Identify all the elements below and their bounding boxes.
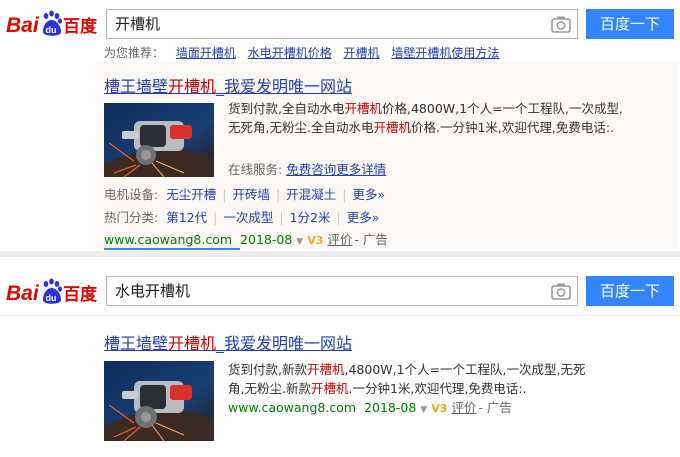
result-title-link[interactable]: 槽王墙壁开槽机_我爱发明唯一网站 — [104, 334, 352, 354]
separator: | — [275, 187, 281, 202]
svg-text:百度: 百度 — [63, 16, 98, 37]
recommend-link[interactable]: 墙面开槽机 — [176, 46, 236, 60]
desc-text: 价格.一分钟1米,欢迎代理,免费电话:. — [410, 120, 615, 135]
product-thumbnail[interactable] — [104, 361, 214, 441]
result-url[interactable]: www.caowang8.com — [228, 400, 356, 415]
sitelink-more[interactable]: 更多» — [352, 187, 385, 202]
sitelink[interactable]: 开砖墙 — [232, 187, 270, 202]
recommend-link[interactable]: 墙壁开槽机使用方法 — [391, 46, 499, 60]
desc-keyword: 开槽机 — [344, 101, 382, 116]
baidu-logo[interactable]: Bai du 百度 — [6, 276, 98, 306]
search-button[interactable]: 百度一下 — [586, 276, 674, 306]
row-label: 热门分类: — [104, 210, 159, 225]
ad-label: - 广告 — [354, 232, 388, 247]
desc-keyword: 开槽机 — [373, 120, 411, 135]
result-url[interactable]: www.caowang8.com — [104, 232, 232, 247]
rating-link[interactable]: 评价 — [451, 400, 476, 415]
search-input[interactable] — [107, 10, 563, 38]
desc-text: 货到付款,全自动水电 — [228, 101, 345, 116]
ad-result: 槽王墙壁开槽机_我爱发明唯一网站 货到付款,新款开槽机,4800W,1个人=一个… — [104, 334, 586, 441]
desc-keyword: 开槽机 — [310, 381, 349, 396]
title-keyword[interactable]: 开槽机 — [168, 77, 216, 96]
recommend-label: 为您推荐： — [104, 46, 165, 60]
sitelink[interactable]: 第12代 — [166, 210, 207, 225]
baidu-logo[interactable]: Bai du 百度 — [6, 8, 98, 38]
svg-text:du: du — [46, 293, 57, 303]
camera-icon[interactable] — [551, 15, 571, 33]
dropdown-triangle-icon[interactable]: ▼ — [420, 405, 427, 415]
sitelink[interactable]: 1分2米 — [290, 210, 331, 225]
ad-label: - 广告 — [478, 400, 512, 415]
result-date: 2018-08 — [364, 400, 417, 415]
desc-keyword: 开槽机 — [306, 362, 345, 377]
service-label: 在线服务: — [228, 162, 283, 177]
separator: | — [342, 187, 347, 202]
v3-badge-icon[interactable]: V3 — [307, 234, 323, 247]
row-label: 电机设备: — [104, 187, 159, 202]
result-description: 货到付款,全自动水电开槽机价格,4800W,1个人=一个工程队,一次成型,无死角… — [228, 99, 628, 137]
title-text[interactable]: _我爱发明唯一网站 — [216, 77, 352, 96]
search-header: Bai du 百度 百度一下 — [0, 257, 680, 316]
sitelink-more[interactable]: 更多» — [347, 210, 380, 225]
separator: | — [279, 210, 284, 225]
url-underline — [104, 248, 240, 250]
search-button[interactable]: 百度一下 — [586, 9, 674, 39]
svg-text:百度: 百度 — [63, 284, 98, 305]
sitelink-row-equipment: 电机设备: 无尘开槽 | 开砖墙 | 开混凝土 | 更多» — [104, 185, 385, 204]
separator: | — [213, 210, 218, 225]
result-title-link[interactable]: 槽王墙壁开槽机_我爱发明唯一网站 — [104, 77, 352, 97]
camera-icon[interactable] — [551, 282, 571, 300]
online-service: 在线服务: 免费咨询更多详情 — [228, 160, 386, 179]
result-url-line: www.caowang8.com 2018-08 ▼ V3 评价 - 广告 — [228, 398, 512, 420]
product-thumbnail[interactable] — [104, 103, 214, 177]
desc-text: .一分钟1米,欢迎代理,免费电话:. — [348, 381, 527, 396]
service-link[interactable]: 免费咨询更多详情 — [286, 162, 386, 177]
svg-text:Bai: Bai — [6, 282, 40, 305]
recommend-link[interactable]: 开槽机 — [344, 46, 380, 60]
recommend-link[interactable]: 水电开槽机价格 — [248, 46, 332, 60]
search-box[interactable] — [106, 9, 578, 39]
title-keyword[interactable]: 开槽机 — [168, 334, 216, 353]
rating-link[interactable]: 评价 — [327, 232, 352, 247]
search-box[interactable] — [106, 276, 578, 306]
separator: | — [222, 187, 227, 202]
title-text[interactable]: 槽王墙壁 — [104, 77, 168, 96]
svg-text:du: du — [46, 25, 57, 35]
search-header: Bai du 百度 百度一下 — [0, 0, 680, 46]
title-text[interactable]: 槽王墙壁 — [104, 334, 168, 353]
title-text[interactable]: _我爱发明唯一网站 — [216, 334, 352, 353]
result-date: 2018-08 — [240, 232, 293, 247]
ad-result: 槽王墙壁开槽机_我爱发明唯一网站 货到付款,全自动水电开槽机价格,4800W,1… — [104, 77, 623, 250]
search-panel-top: 为您推荐： 墙面开槽机 水电开槽机价格 开槽机 墙壁开槽机使用方法 Bai du… — [0, 0, 680, 251]
svg-text:Bai: Bai — [6, 14, 40, 37]
result-description: 货到付款,新款开槽机,4800W,1个人=一个工程队,一次成型,无死角,无粉尘.… — [228, 360, 588, 398]
dropdown-triangle-icon[interactable]: ▼ — [296, 237, 303, 247]
search-input[interactable] — [107, 277, 563, 305]
sitelink[interactable]: 开混凝土 — [286, 187, 336, 202]
v3-badge-icon[interactable]: V3 — [431, 402, 447, 415]
search-panel-bottom: Bai du 百度 百度一下 槽王墙壁开槽机_我爱发明唯一网站 — [0, 257, 680, 457]
recommend-strip: 为您推荐： 墙面开槽机 水电开槽机价格 开槽机 墙壁开槽机使用方法 — [104, 46, 664, 60]
desc-text: 货到付款,新款 — [228, 362, 307, 377]
sitelink-row-categories: 热门分类: 第12代 | 一次成型 | 1分2米 | 更多» — [104, 208, 379, 227]
separator: | — [336, 210, 341, 225]
sitelink[interactable]: 无尘开槽 — [166, 187, 216, 202]
sitelink[interactable]: 一次成型 — [223, 210, 273, 225]
